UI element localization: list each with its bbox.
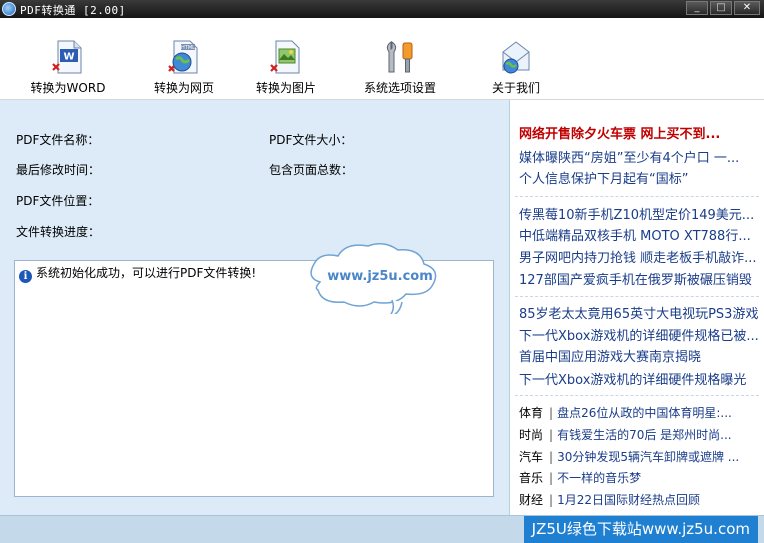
log-message: 系统初始化成功，可以进行PDF文件转换! — [36, 266, 257, 280]
category-link[interactable]: 1月22日国际财经热点回顾 — [557, 493, 700, 507]
page-count-label: 包含页面总数： — [269, 163, 354, 177]
image-document-icon — [270, 40, 300, 74]
news-item[interactable]: 媒体曝陕西“房姐”至少有4个户口 一... — [519, 147, 759, 166]
mail-globe-icon — [502, 41, 530, 74]
category-link[interactable]: 有钱爱生活的70后 是郑州时尚... — [557, 428, 732, 442]
window-title: PDF转换通 [2.00] — [20, 4, 126, 17]
status-bar: JZ5U绿色下载站www.jz5u.com — [0, 515, 764, 543]
convert-to-html-label: 转换为网页 — [153, 81, 214, 95]
log-line: i 系统初始化成功，可以进行PDF文件转换! — [19, 264, 256, 283]
watermark-cloud-text: www.jz5u.com — [327, 269, 433, 284]
modified-time-label: 最后修改时间： — [16, 163, 101, 177]
category-link[interactable]: 30分钟发现5辆汽车卸牌或遮牌 ... — [557, 450, 739, 464]
watermark-banner: JZ5U绿色下载站www.jz5u.com — [523, 516, 758, 543]
news-item[interactable]: 男子网吧内持刀抢钱 顺走老板手机敲诈... — [519, 247, 759, 266]
pdf-location-label: PDF文件位置： — [16, 194, 100, 208]
category-sports: 体育 — [519, 406, 544, 420]
news-item[interactable]: 下一代Xbox游戏机的详细硬件规格曝光 — [519, 369, 759, 388]
news-item[interactable]: 中低端精品双核手机 MOTO XT788行... — [519, 225, 759, 244]
news-item[interactable]: 下一代Xbox游戏机的详细硬件规格已被... — [519, 325, 759, 344]
convert-to-html-button[interactable]: HTML 转换为网页 — [128, 18, 240, 100]
category-finance: 财经 — [519, 493, 544, 507]
news-item[interactable]: 首届中国应用游戏大赛南京揭晓 — [519, 346, 759, 365]
close-button[interactable]: ✕ — [734, 1, 760, 15]
pdf-size-label: PDF文件大小： — [269, 133, 353, 147]
system-settings-label: 系统选项设置 — [363, 81, 436, 95]
info-icon: i — [19, 270, 32, 283]
html-globe-icon: HTML — [168, 40, 198, 74]
maximize-button[interactable]: □ — [710, 1, 732, 15]
category-fashion: 时尚 — [519, 428, 544, 442]
news-category-row[interactable]: 汽车 | 30分钟发现5辆汽车卸牌或遮牌 ... — [519, 448, 763, 465]
about-us-button[interactable]: 关于我们 — [460, 18, 572, 100]
news-category-row[interactable]: 财经 | 1月22日国际财经热点回顾 — [519, 491, 763, 508]
news-panel: 网络开售除夕火车票 网上买不到... 媒体曝陕西“房姐”至少有4个户口 一...… — [511, 110, 764, 515]
category-link[interactable]: 盘点26位从政的中国体育明星:... — [557, 406, 732, 420]
news-headline[interactable]: 网络开售除夕火车票 网上买不到... — [519, 123, 759, 142]
about-us-label: 关于我们 — [491, 81, 540, 95]
category-auto: 汽车 — [519, 450, 544, 464]
category-link[interactable]: 不一样的音乐梦 — [557, 471, 641, 485]
file-info-panel: PDF文件名称： PDF文件大小： 最后修改时间： 包含页面总数： PDF文件位… — [0, 100, 510, 515]
news-divider — [515, 395, 759, 396]
convert-to-word-label: 转换为WORD — [30, 81, 106, 95]
convert-to-image-button[interactable]: 转换为图片 — [230, 18, 342, 100]
category-music: 音乐 — [519, 471, 544, 485]
watermark-cloud: www.jz5u.com — [310, 243, 437, 314]
conversion-progress-label: 文件转换进度： — [16, 225, 101, 239]
app-icon — [2, 2, 16, 16]
news-item[interactable]: 个人信息保护下月起有“国标” — [519, 168, 759, 187]
toolbar: W 转换为WORD HTML 转换为网页 转换为图片 系统选项设置 关于我们 — [0, 18, 764, 100]
news-item[interactable]: 127部国产爱疯手机在俄罗斯被碾压销毁 — [519, 269, 759, 288]
news-category-row[interactable]: 时尚 | 有钱爱生活的70后 是郑州时尚... — [519, 426, 763, 443]
minimize-button[interactable]: _ — [686, 1, 708, 15]
pdf-name-label: PDF文件名称： — [16, 133, 100, 147]
news-category-row[interactable]: 体育 | 盘点26位从政的中国体育明星:... — [519, 404, 763, 421]
news-category-row[interactable]: 音乐 | 不一样的音乐梦 — [519, 469, 763, 486]
news-item[interactable]: 85岁老太太竟用65英寸大电视玩PS3游戏 — [519, 303, 759, 322]
svg-text:W: W — [63, 52, 74, 63]
title-bar: PDF转换通 [2.00] _ □ ✕ — [0, 0, 764, 18]
word-document-icon: W — [52, 40, 82, 74]
svg-text:HTML: HTML — [181, 45, 195, 51]
news-divider — [515, 196, 759, 197]
wrench-tools-icon — [386, 41, 413, 73]
convert-to-word-button[interactable]: W 转换为WORD — [12, 18, 124, 100]
system-settings-button[interactable]: 系统选项设置 — [344, 18, 456, 100]
news-divider — [515, 296, 759, 297]
news-item[interactable]: 传黑莓10新手机Z10机型定价149美元... — [519, 204, 759, 223]
convert-to-image-label: 转换为图片 — [255, 81, 316, 95]
